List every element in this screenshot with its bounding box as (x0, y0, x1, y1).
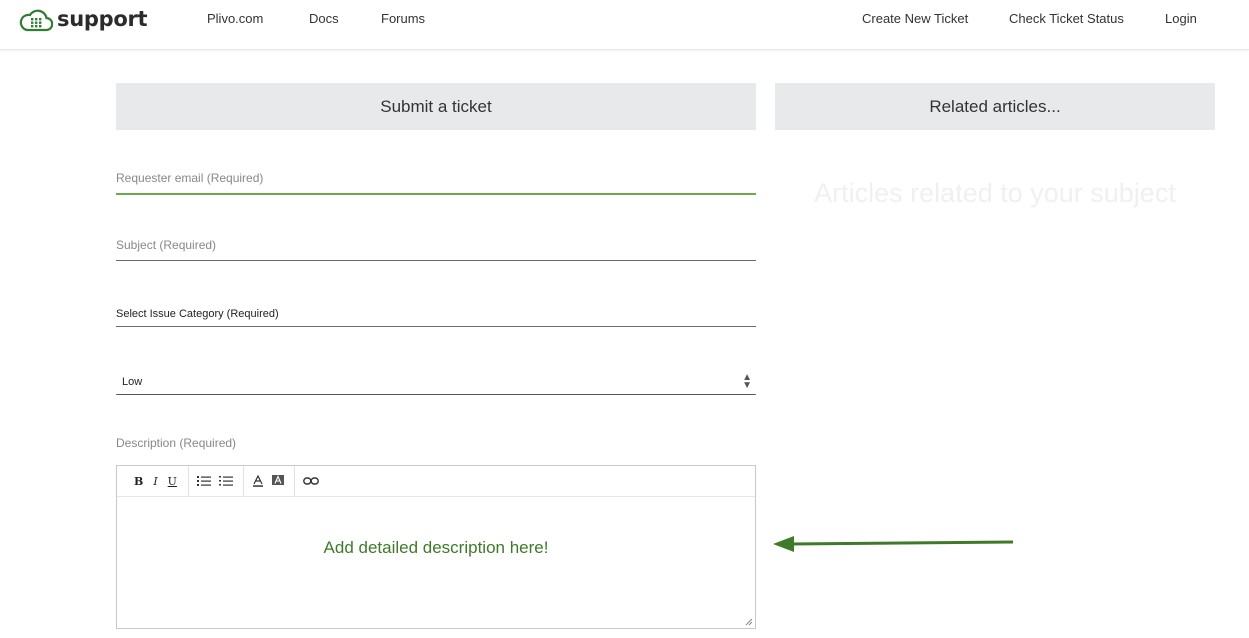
category-select-underline (116, 326, 756, 327)
top-navbar: support Plivo.com Docs Forums Create New… (0, 0, 1249, 50)
editor-toolbar: B I U (117, 465, 755, 497)
description-label: Description (Required) (116, 436, 237, 450)
nav-link-create-ticket[interactable]: Create New Ticket (862, 11, 968, 26)
email-field[interactable]: Requester email (Required) (116, 171, 263, 185)
left-arrow-icon (773, 536, 1014, 552)
subject-field[interactable]: Subject (Required) (116, 238, 216, 252)
email-field-underline (116, 193, 756, 195)
color-group (244, 465, 295, 497)
priority-select[interactable]: Low ▲ ▼ (116, 371, 756, 395)
nav-link-plivo[interactable]: Plivo.com (207, 11, 263, 26)
cloud-grid-logo-icon (19, 9, 53, 32)
italic-button[interactable]: I (153, 475, 157, 488)
editor-content-area[interactable]: Add detailed description here! (117, 497, 755, 628)
related-articles-empty: Articles related to your subject (814, 178, 1176, 208)
priority-select-value: Low (122, 376, 143, 388)
nav-link-docs[interactable]: Docs (309, 11, 339, 26)
description-editor[interactable]: B I U Add detailed description here! (116, 465, 756, 629)
resize-handle-icon[interactable] (745, 618, 753, 626)
related-articles-header: Related articles... (775, 83, 1215, 130)
numbered-list-icon[interactable] (218, 476, 233, 486)
updown-chevron-icon: ▲ ▼ (742, 372, 752, 391)
subject-field-underline (116, 260, 756, 261)
priority-select-underline (116, 394, 756, 395)
link-group (295, 466, 329, 497)
background-color-icon[interactable] (271, 475, 284, 487)
nav-link-check-status[interactable]: Check Ticket Status (1009, 11, 1124, 26)
nav-link-login[interactable]: Login (1165, 11, 1197, 26)
underline-button[interactable]: U (168, 475, 177, 488)
bold-button[interactable]: B (134, 475, 143, 488)
support-logo[interactable]: support (19, 6, 148, 32)
bulleted-list-icon[interactable] (196, 476, 211, 486)
link-icon[interactable] (303, 476, 319, 486)
nav-link-forums[interactable]: Forums (381, 11, 425, 26)
list-group (189, 465, 244, 497)
text-color-icon[interactable] (252, 475, 264, 487)
category-select[interactable]: Select Issue Category (Required) (116, 308, 279, 320)
submit-ticket-header: Submit a ticket (116, 83, 756, 130)
editor-placeholder-text: Add detailed description here! (323, 538, 549, 557)
format-group: B I U (125, 465, 189, 497)
logo-text: support (57, 7, 148, 31)
